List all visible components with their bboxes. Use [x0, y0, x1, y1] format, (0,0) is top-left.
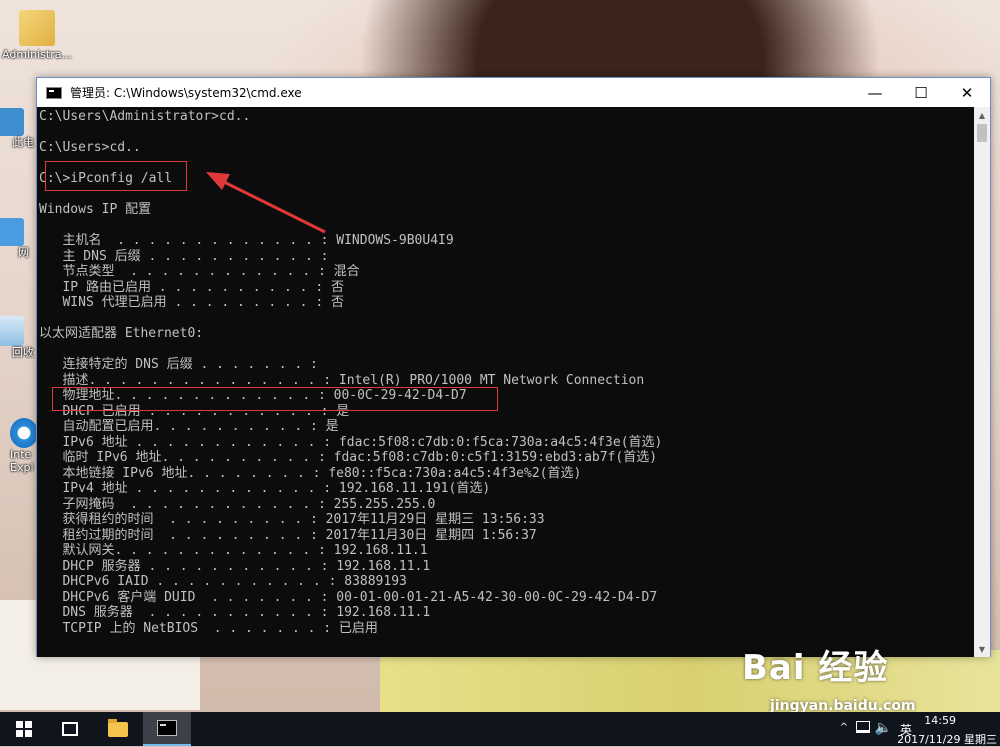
console-line: 连接特定的 DNS 后缀 . . . . . . . :: [39, 357, 318, 372]
scroll-thumb[interactable]: [977, 124, 987, 142]
console-line: DHCPv6 客户端 DUID . . . . . . . : 00-01-00…: [39, 589, 658, 605]
console-line: TCPIP 上的 NetBIOS . . . . . . . : 已启用: [39, 620, 378, 636]
cmd-icon: [157, 720, 177, 736]
annotation-box-physical-address: [52, 387, 498, 411]
console-line: C:\Users>cd..: [39, 140, 141, 155]
clock-date[interactable]: 2017/11/29 星期三: [897, 731, 997, 747]
taskbar: ^ 🔈 英 14:59 2017/11/29 星期三: [0, 712, 1000, 746]
task-view-button[interactable]: [46, 712, 94, 746]
recycle-bin-icon: [0, 316, 24, 346]
scroll-up-icon[interactable]: ▲: [974, 107, 990, 123]
console-line: 以太网适配器 Ethernet0:: [39, 326, 204, 341]
console-line: 默认网关. . . . . . . . . . . . . : 192.168.…: [39, 543, 428, 558]
window-titlebar[interactable]: 管理员: C:\Windows\system32\cmd.exe — ☐ ✕: [37, 78, 990, 107]
console-scrollbar[interactable]: ▲ ▼: [974, 107, 990, 657]
desktop-icon-label: 网: [18, 246, 29, 259]
scroll-down-icon[interactable]: ▼: [974, 641, 990, 657]
desktop-icon-recycle-bin[interactable]: 回收: [0, 316, 36, 359]
cmd-taskbar-button[interactable]: [143, 712, 191, 746]
file-explorer-button[interactable]: [94, 712, 142, 746]
console-line: DHCPv6 IAID . . . . . . . . . . . : 8388…: [39, 574, 407, 589]
console-line: IPv4 地址 . . . . . . . . . . . . : 192.16…: [39, 481, 491, 496]
watermark-logo: Bai 经验: [742, 648, 889, 688]
window-title: 管理员: C:\Windows\system32\cmd.exe: [70, 86, 302, 100]
tray-expand-icon[interactable]: ^: [840, 722, 848, 733]
console-line: Windows IP 配置: [39, 202, 152, 217]
minimize-button[interactable]: —: [852, 78, 898, 107]
console-line: 租约过期的时间 . . . . . . . . . : 2017年11月30日 …: [39, 527, 537, 543]
user-folder-icon: [19, 10, 55, 46]
desktop-icon-network[interactable]: 网: [0, 218, 36, 259]
start-icon: [16, 721, 32, 737]
maximize-button[interactable]: ☐: [898, 78, 944, 107]
desktop-icon-this-pc[interactable]: 此电: [0, 108, 36, 149]
cmd-icon: [46, 86, 62, 99]
console-line: 节点类型 . . . . . . . . . . . . : 混合: [39, 264, 360, 279]
desktop-icon-label: Inte Expl: [10, 448, 34, 474]
network-icon: [0, 218, 24, 246]
console-line: 获得租约的时间 . . . . . . . . . : 2017年11月29日 …: [39, 512, 545, 527]
console-line: IPv6 地址 . . . . . . . . . . . . : fdac:5…: [39, 434, 663, 450]
annotation-box-command: [45, 161, 187, 191]
close-button[interactable]: ✕: [944, 78, 990, 107]
internet-explorer-icon: [10, 418, 38, 448]
desktop-icon-label: 回收: [12, 346, 34, 359]
system-tray: ^ 🔈 英 14:59 2017/11/29 星期三: [800, 712, 1000, 746]
console-line: C:\Users\Administrator>cd..: [39, 109, 251, 124]
network-status-icon[interactable]: [856, 721, 870, 733]
console-line: WINS 代理已启用 . . . . . . . . . : 否: [39, 295, 344, 310]
task-view-icon: [62, 722, 78, 736]
volume-icon[interactable]: 🔈: [875, 720, 892, 736]
file-explorer-icon: [108, 718, 128, 737]
baidu-watermark: Bai 经验 jingyan.baidu.com: [742, 640, 972, 714]
console-line: DNS 服务器 . . . . . . . . . . . : 192.168.…: [39, 605, 431, 620]
computer-icon: [0, 108, 24, 136]
console-line: 子网掩码 . . . . . . . . . . . . : 255.255.2…: [39, 496, 436, 512]
console-line: DHCP 服务器 . . . . . . . . . . . : 192.168…: [39, 558, 431, 574]
console-line: 临时 IPv6 地址. . . . . . . . . . : fdac:5f0…: [39, 450, 658, 465]
annotation-arrow-icon: [206, 172, 326, 234]
console-line: 主 DNS 后缀 . . . . . . . . . . . :: [39, 248, 329, 264]
desktop-icon-administrator[interactable]: Administra...: [0, 10, 74, 61]
desktop-icon-internet-explorer[interactable]: Inte Expl: [0, 418, 38, 474]
desktop-icon-label: 此电: [12, 136, 34, 149]
console-line: 自动配置已启用. . . . . . . . . . : 是: [39, 419, 339, 434]
clock-time[interactable]: 14:59: [924, 714, 956, 727]
console-line: 本地链接 IPv6 地址. . . . . . . . : fe80::f5ca…: [39, 465, 582, 481]
start-button[interactable]: [0, 712, 48, 746]
desktop-icon-label: Administra...: [2, 48, 72, 61]
console-line: IP 路由已启用 . . . . . . . . . . : 否: [39, 279, 344, 295]
